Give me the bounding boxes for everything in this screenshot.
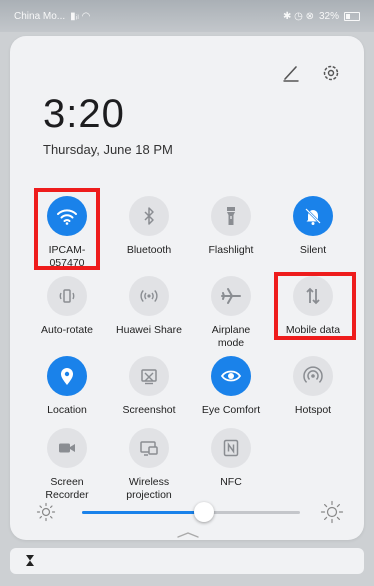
nfc-icon[interactable] bbox=[211, 428, 251, 468]
tile-label: Eye Comfort bbox=[201, 404, 261, 416]
tile-label: Bluetooth bbox=[126, 244, 172, 256]
tile-bell-off[interactable]: Silent bbox=[272, 196, 354, 257]
highlight-box-mobile-data bbox=[274, 272, 356, 340]
tile-label: Hotspot bbox=[294, 404, 332, 416]
collapse-handle-icon[interactable] bbox=[177, 532, 199, 538]
tile-screenshot[interactable]: Screenshot bbox=[108, 356, 190, 417]
tile-eye[interactable]: Eye Comfort bbox=[190, 356, 272, 417]
brightness-thumb[interactable] bbox=[194, 502, 215, 522]
highlight-box-wifi bbox=[34, 188, 100, 270]
wireless-projection-icon[interactable] bbox=[129, 428, 169, 468]
edit-button[interactable] bbox=[280, 62, 302, 84]
signal-icon: ▮ᵢₗ ◠ bbox=[70, 10, 91, 22]
bell-off-icon[interactable] bbox=[293, 196, 333, 236]
eye-icon[interactable] bbox=[211, 356, 251, 396]
brightness-fill bbox=[82, 511, 205, 514]
flashlight-icon[interactable] bbox=[211, 196, 251, 236]
carrier-name: China Mo... bbox=[14, 10, 66, 22]
tile-bluetooth[interactable]: Bluetooth bbox=[108, 196, 190, 257]
tile-label: Airplane mode bbox=[211, 324, 251, 349]
tile-huawei-share[interactable]: Huawei Share bbox=[108, 276, 190, 337]
tile-label: Silent bbox=[299, 244, 327, 256]
clock-time: 3:20 bbox=[43, 92, 125, 136]
battery-percent: 32% bbox=[318, 10, 339, 22]
screen-recorder-icon[interactable] bbox=[47, 428, 87, 468]
settings-button[interactable] bbox=[320, 62, 342, 84]
tile-label: Screenshot bbox=[122, 404, 176, 416]
brightness-high-icon bbox=[320, 500, 344, 524]
bluetooth-icon[interactable] bbox=[129, 196, 169, 236]
brightness-control bbox=[36, 500, 344, 524]
quick-settings-panel: 3:20 Thursday, June 18 PM IPCAM- 057470 B… bbox=[10, 36, 364, 540]
brightness-slider[interactable] bbox=[82, 511, 300, 514]
gear-icon bbox=[323, 65, 339, 81]
status-bar-left: China Mo... ▮ᵢₗ ◠ bbox=[14, 11, 90, 22]
tile-label: Auto-rotate bbox=[41, 324, 93, 336]
huawei-share-icon[interactable] bbox=[129, 276, 169, 316]
tile-wireless-projection[interactable]: Wireless projection bbox=[108, 428, 190, 501]
tile-flashlight[interactable]: Flashlight bbox=[190, 196, 272, 257]
tile-label: Wireless projection bbox=[126, 476, 172, 501]
status-bar: China Mo... ▮ᵢₗ ◠ ✱ ◷ ⊗ 32% bbox=[0, 0, 374, 32]
tile-label: Huawei Share bbox=[116, 324, 182, 336]
tile-label: Screen Recorder bbox=[45, 476, 89, 501]
status-icons: ✱ ◷ ⊗ bbox=[282, 10, 314, 22]
tile-auto-rotate[interactable]: Auto-rotate bbox=[26, 276, 108, 337]
notification-bar[interactable] bbox=[10, 548, 364, 574]
auto-rotate-icon[interactable] bbox=[47, 276, 87, 316]
pencil-icon bbox=[283, 66, 299, 82]
location-icon[interactable] bbox=[47, 356, 87, 396]
tile-label: Flashlight bbox=[208, 244, 254, 256]
hourglass-icon bbox=[25, 554, 35, 572]
tile-label: NFC bbox=[220, 476, 242, 488]
tile-screen-recorder[interactable]: Screen Recorder bbox=[26, 428, 108, 501]
battery-icon bbox=[344, 11, 360, 21]
tile-label: Location bbox=[47, 404, 87, 416]
tile-hotspot[interactable]: Hotspot bbox=[272, 356, 354, 417]
hotspot-icon[interactable] bbox=[293, 356, 333, 396]
tile-airplane[interactable]: Airplane mode bbox=[190, 276, 272, 349]
tile-nfc[interactable]: NFC bbox=[190, 428, 272, 489]
status-bar-right: ✱ ◷ ⊗ 32% bbox=[283, 11, 360, 22]
airplane-icon[interactable] bbox=[211, 276, 251, 316]
clock-date: Thursday, June 18 PM bbox=[43, 142, 173, 157]
tile-location[interactable]: Location bbox=[26, 356, 108, 417]
brightness-low-icon bbox=[36, 502, 56, 522]
screenshot-icon[interactable] bbox=[129, 356, 169, 396]
